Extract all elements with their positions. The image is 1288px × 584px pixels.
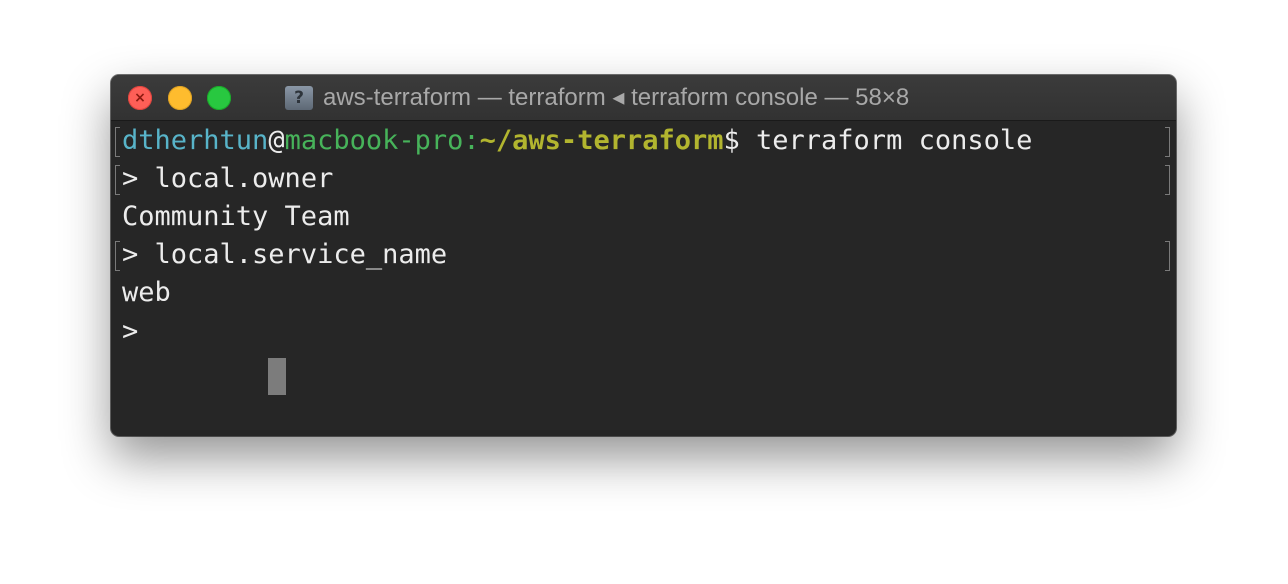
- console-input: local.service_name: [154, 239, 448, 270]
- console-prompt: >: [122, 239, 155, 270]
- console-output-line: web: [122, 274, 171, 312]
- command-mark-right: [1165, 241, 1170, 271]
- terminal-content[interactable]: dtherhtun@macbook-pro:~/aws-terraform$ t…: [111, 121, 1176, 436]
- prompt-colon: :: [463, 125, 480, 156]
- command-mark-right: [1165, 127, 1170, 157]
- command-mark-left: [115, 241, 120, 271]
- minimize-button[interactable]: [168, 86, 192, 110]
- console-output-line: Community Team: [122, 198, 350, 236]
- prompt-symbol: $: [723, 125, 740, 156]
- prompt-host: macbook-pro: [284, 125, 464, 156]
- title-bar[interactable]: × aws-terraform — terraform ◂ terraform …: [111, 75, 1176, 121]
- console-output: web: [122, 277, 171, 308]
- prompt-path: ~/aws-terraform: [479, 125, 724, 156]
- command-mark-left: [115, 165, 120, 195]
- console-output: Community Team: [122, 201, 350, 232]
- close-icon: ×: [134, 90, 146, 106]
- prompt-command: terraform console: [739, 125, 1033, 156]
- window-title: aws-terraform — terraform ◂ terraform co…: [285, 75, 909, 120]
- text-cursor: [268, 358, 286, 395]
- console-prompt: >: [122, 163, 155, 194]
- command-mark-left: [115, 127, 120, 157]
- terminal-window: × aws-terraform — terraform ◂ terraform …: [111, 75, 1176, 436]
- console-input-line: > local.service_name: [122, 236, 447, 274]
- unknown-document-icon: [285, 85, 313, 110]
- prompt-line: dtherhtun@macbook-pro:~/aws-terraform$ t…: [122, 122, 1032, 160]
- close-button[interactable]: ×: [128, 86, 152, 110]
- zoom-button[interactable]: [207, 86, 231, 110]
- window-title-text: aws-terraform — terraform ◂ terraform co…: [323, 84, 910, 111]
- prompt-at: @: [268, 125, 285, 156]
- console-input-line: > local.owner: [122, 160, 333, 198]
- console-active-line[interactable]: >: [122, 313, 155, 351]
- console-input: local.owner: [154, 163, 334, 194]
- console-prompt: >: [122, 316, 155, 347]
- prompt-user: dtherhtun: [122, 125, 269, 156]
- command-mark-right: [1165, 165, 1170, 195]
